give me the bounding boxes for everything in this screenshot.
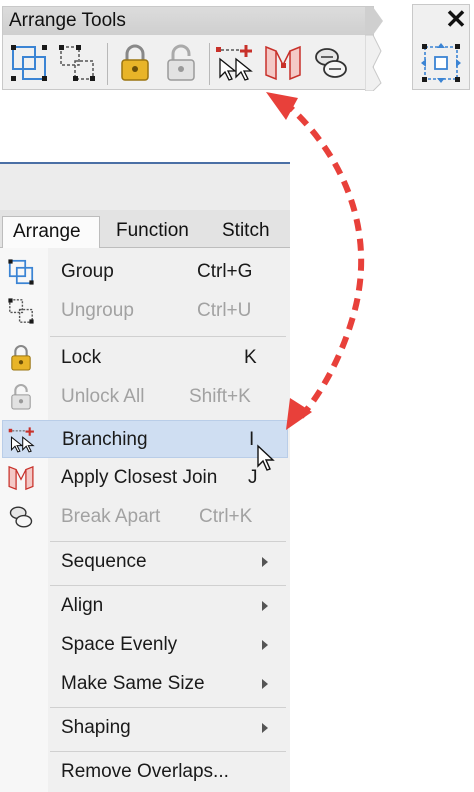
toolbar-title: Arrange Tools bbox=[3, 7, 373, 35]
menu-item-label: Make Same Size bbox=[61, 673, 205, 694]
apply-closest-join-icon bbox=[6, 463, 36, 493]
mouse-cursor-icon bbox=[257, 444, 275, 471]
ungroup-tool-button[interactable] bbox=[55, 41, 99, 85]
branching-tool-button[interactable] bbox=[213, 41, 257, 85]
toolbar-tear-edge bbox=[365, 7, 383, 91]
menu-item-remove-overlaps[interactable]: Remove Overlaps... bbox=[2, 753, 288, 791]
arrange-tools-toolbar: Arrange Tools bbox=[2, 6, 383, 91]
toolbar-separator bbox=[209, 43, 210, 85]
menu-item-label: Lock bbox=[61, 347, 102, 368]
menu-item-branching[interactable]: Branching I bbox=[2, 420, 288, 458]
submenu-arrow-icon bbox=[262, 557, 268, 567]
apply-closest-join-icon bbox=[265, 45, 301, 81]
arrange-menu-window: Arrange Function Stitch Group Ctrl+G Ung… bbox=[0, 162, 290, 792]
menu-item-shortcut: I bbox=[249, 429, 255, 450]
menu-item-label: Sequence bbox=[61, 551, 147, 572]
menu-separator bbox=[50, 541, 286, 542]
ungroup-icon bbox=[59, 45, 95, 81]
break-apart-icon bbox=[315, 48, 347, 78]
break-apart-icon bbox=[6, 502, 36, 532]
menu-item-make-same-size[interactable]: Make Same Size bbox=[2, 665, 288, 703]
menu-item-apply-closest-join[interactable]: Apply Closest Join J bbox=[2, 459, 288, 497]
menu-separator bbox=[50, 585, 286, 586]
close-button[interactable]: ✕ bbox=[441, 5, 471, 33]
group-tool-button[interactable] bbox=[7, 41, 51, 85]
unlock-icon bbox=[167, 44, 195, 81]
menu-tabbar: Arrange Function Stitch bbox=[0, 210, 290, 248]
menu-item-label: Remove Overlaps... bbox=[61, 761, 229, 782]
menu-item-lock[interactable]: Lock K bbox=[2, 339, 288, 377]
menu-item-shortcut: K bbox=[244, 347, 257, 368]
menu-item-label: Branching bbox=[62, 429, 148, 450]
arrange-move-icon bbox=[421, 43, 461, 83]
menu-separator bbox=[50, 707, 286, 708]
tab-arrange[interactable]: Arrange bbox=[2, 216, 100, 248]
unlock-icon bbox=[6, 382, 36, 412]
tab-function[interactable]: Function bbox=[116, 216, 189, 248]
menu-item-shaping[interactable]: Shaping bbox=[2, 709, 288, 747]
menu-window-header bbox=[0, 162, 290, 210]
lock-icon bbox=[6, 343, 36, 373]
menu-item-label: Break Apart bbox=[61, 506, 161, 527]
branching-icon bbox=[216, 45, 253, 81]
submenu-arrow-icon bbox=[262, 640, 268, 650]
menu-item-shortcut: Ctrl+G bbox=[197, 261, 253, 282]
menu-item-unlock-all[interactable]: Unlock All Shift+K bbox=[2, 378, 288, 416]
menu-item-shortcut: Ctrl+K bbox=[199, 506, 253, 527]
menu-item-break-apart[interactable]: Break Apart Ctrl+K bbox=[2, 498, 288, 536]
side-toolbar-panel: ✕ bbox=[412, 4, 470, 90]
ungroup-icon bbox=[6, 296, 36, 326]
menu-item-shortcut: Shift+K bbox=[189, 386, 251, 407]
submenu-arrow-icon bbox=[262, 723, 268, 733]
arrange-move-tool-button[interactable] bbox=[417, 39, 465, 87]
menu-item-space-evenly[interactable]: Space Evenly bbox=[2, 626, 288, 664]
unlock-tool-button[interactable] bbox=[159, 41, 203, 85]
lock-icon bbox=[121, 44, 149, 81]
menu-item-label: Space Evenly bbox=[61, 634, 178, 655]
menu-dropdown: Group Ctrl+G Ungroup Ctrl+U Lock K Unloc… bbox=[0, 248, 290, 792]
menu-item-label: Unlock All bbox=[61, 386, 145, 407]
branching-icon bbox=[7, 425, 37, 455]
group-icon bbox=[6, 257, 36, 287]
menu-item-label: Align bbox=[61, 595, 104, 616]
menu-item-label: Ungroup bbox=[61, 300, 134, 321]
menu-item-ungroup[interactable]: Ungroup Ctrl+U bbox=[2, 292, 288, 330]
lock-tool-button[interactable] bbox=[113, 41, 157, 85]
group-icon bbox=[11, 45, 47, 81]
menu-item-align[interactable]: Align bbox=[2, 587, 288, 625]
menu-separator bbox=[50, 336, 286, 337]
menu-separator bbox=[50, 751, 286, 752]
tab-stitch[interactable]: Stitch bbox=[222, 216, 270, 248]
menu-item-label: Apply Closest Join bbox=[61, 467, 218, 488]
menu-item-label: Group bbox=[61, 261, 114, 282]
menu-item-shortcut: Ctrl+U bbox=[197, 300, 252, 321]
submenu-arrow-icon bbox=[262, 601, 268, 611]
break-apart-tool-button[interactable] bbox=[309, 41, 353, 85]
apply-closest-join-tool-button[interactable] bbox=[261, 41, 305, 85]
menu-item-group[interactable]: Group Ctrl+G bbox=[2, 253, 288, 291]
menu-item-sequence[interactable]: Sequence bbox=[2, 543, 288, 581]
submenu-arrow-icon bbox=[262, 679, 268, 689]
toolbar-separator bbox=[107, 43, 108, 85]
menu-item-label: Shaping bbox=[61, 717, 131, 738]
